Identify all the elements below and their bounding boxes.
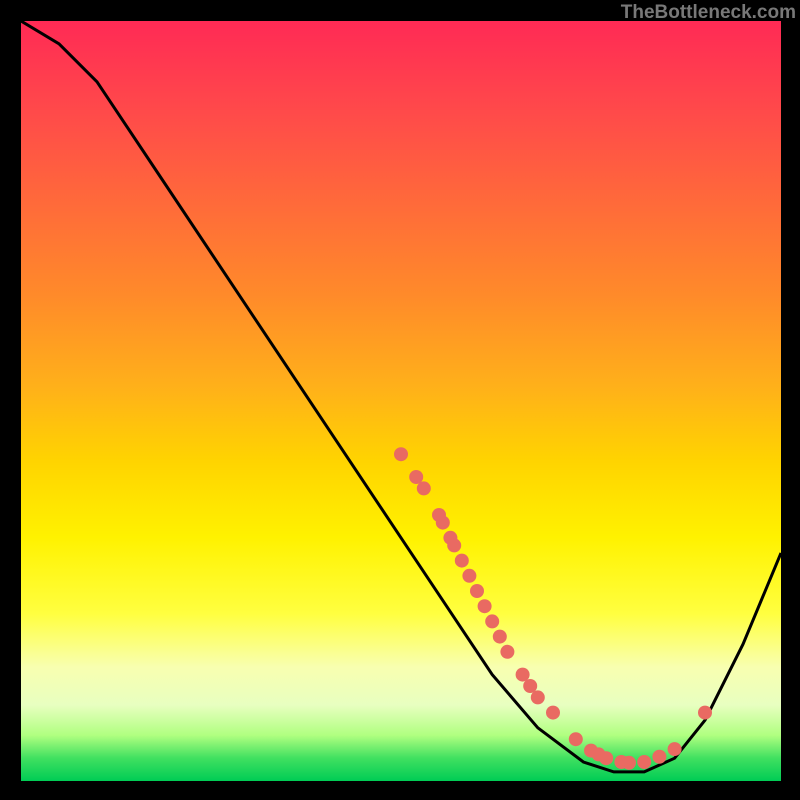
chart-frame: TheBottleneck.com bbox=[0, 0, 800, 800]
data-point bbox=[462, 569, 476, 583]
attribution-text: TheBottleneck.com bbox=[621, 2, 796, 24]
bottleneck-curve bbox=[21, 21, 781, 772]
data-point bbox=[500, 645, 514, 659]
data-point bbox=[668, 742, 682, 756]
data-point bbox=[523, 679, 537, 693]
data-point bbox=[637, 755, 651, 769]
plot-area bbox=[20, 20, 782, 782]
data-point bbox=[485, 614, 499, 628]
chart-svg bbox=[21, 21, 781, 781]
data-point bbox=[470, 584, 484, 598]
data-point bbox=[569, 732, 583, 746]
data-point bbox=[478, 599, 492, 613]
data-point bbox=[493, 630, 507, 644]
data-point bbox=[698, 706, 712, 720]
data-point bbox=[622, 756, 636, 770]
data-point bbox=[394, 447, 408, 461]
data-point bbox=[531, 690, 545, 704]
data-point bbox=[409, 470, 423, 484]
data-point bbox=[447, 538, 461, 552]
data-point bbox=[516, 668, 530, 682]
data-point bbox=[455, 554, 469, 568]
data-point bbox=[599, 751, 613, 765]
data-markers bbox=[394, 447, 712, 770]
data-point bbox=[417, 481, 431, 495]
data-point bbox=[652, 750, 666, 764]
data-point bbox=[546, 706, 560, 720]
data-point bbox=[436, 516, 450, 530]
